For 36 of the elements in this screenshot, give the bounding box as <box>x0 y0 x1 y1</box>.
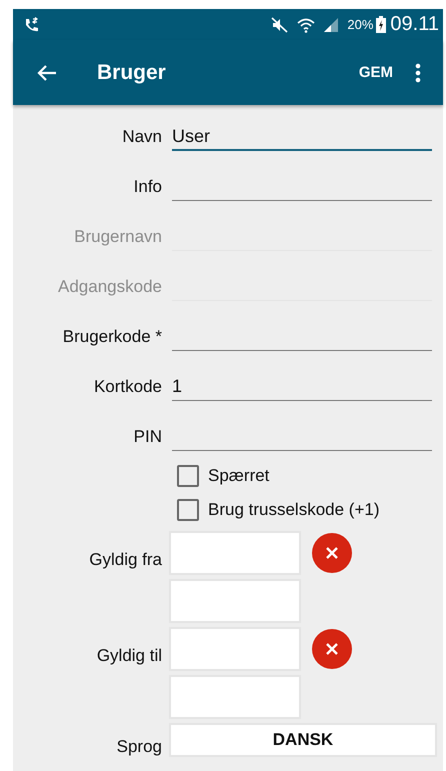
clock-time: 09.11 <box>390 13 439 36</box>
field-label: Sprog <box>116 736 162 757</box>
date-field[interactable] <box>169 531 301 575</box>
field-label: PIN <box>132 426 162 447</box>
field-label: Adgangskode <box>57 276 162 297</box>
checkbox-label: Brug trusselskode (+1) <box>208 500 380 520</box>
time-field[interactable] <box>169 675 301 719</box>
battery-charging-icon <box>376 16 386 33</box>
field-label: Kortkode <box>92 376 162 397</box>
back-arrow-icon <box>37 64 57 82</box>
time-field[interactable] <box>169 579 301 623</box>
mute-icon <box>271 16 290 32</box>
save-button[interactable]: GEM <box>352 58 399 87</box>
text-field[interactable]: User <box>172 117 432 151</box>
signal-icon <box>323 16 340 32</box>
phone-call-icon <box>23 16 39 32</box>
checkbox-label: Spærret <box>208 466 270 486</box>
date-field[interactable] <box>169 627 301 671</box>
field-label: Gyldig til <box>96 645 162 666</box>
text-field[interactable]: 1 <box>172 367 432 401</box>
field-label: Gyldig fra <box>88 549 162 570</box>
battery-percentage: 20% <box>347 17 374 32</box>
field-label: Info <box>132 176 162 197</box>
close-icon <box>325 546 339 560</box>
checkbox[interactable] <box>177 499 199 521</box>
more-vertical-icon <box>415 62 421 82</box>
checkbox[interactable] <box>177 465 199 487</box>
field-label: Brugernavn <box>73 226 162 247</box>
close-icon <box>325 642 339 656</box>
language-button[interactable]: DANSK <box>169 723 437 757</box>
clear-button[interactable] <box>312 629 352 669</box>
clear-button[interactable] <box>312 533 352 573</box>
field-label: Navn <box>121 126 162 147</box>
field-label: Brugerkode * <box>62 326 162 347</box>
screen-title: Bruger <box>97 60 167 84</box>
wifi-icon <box>297 16 316 32</box>
